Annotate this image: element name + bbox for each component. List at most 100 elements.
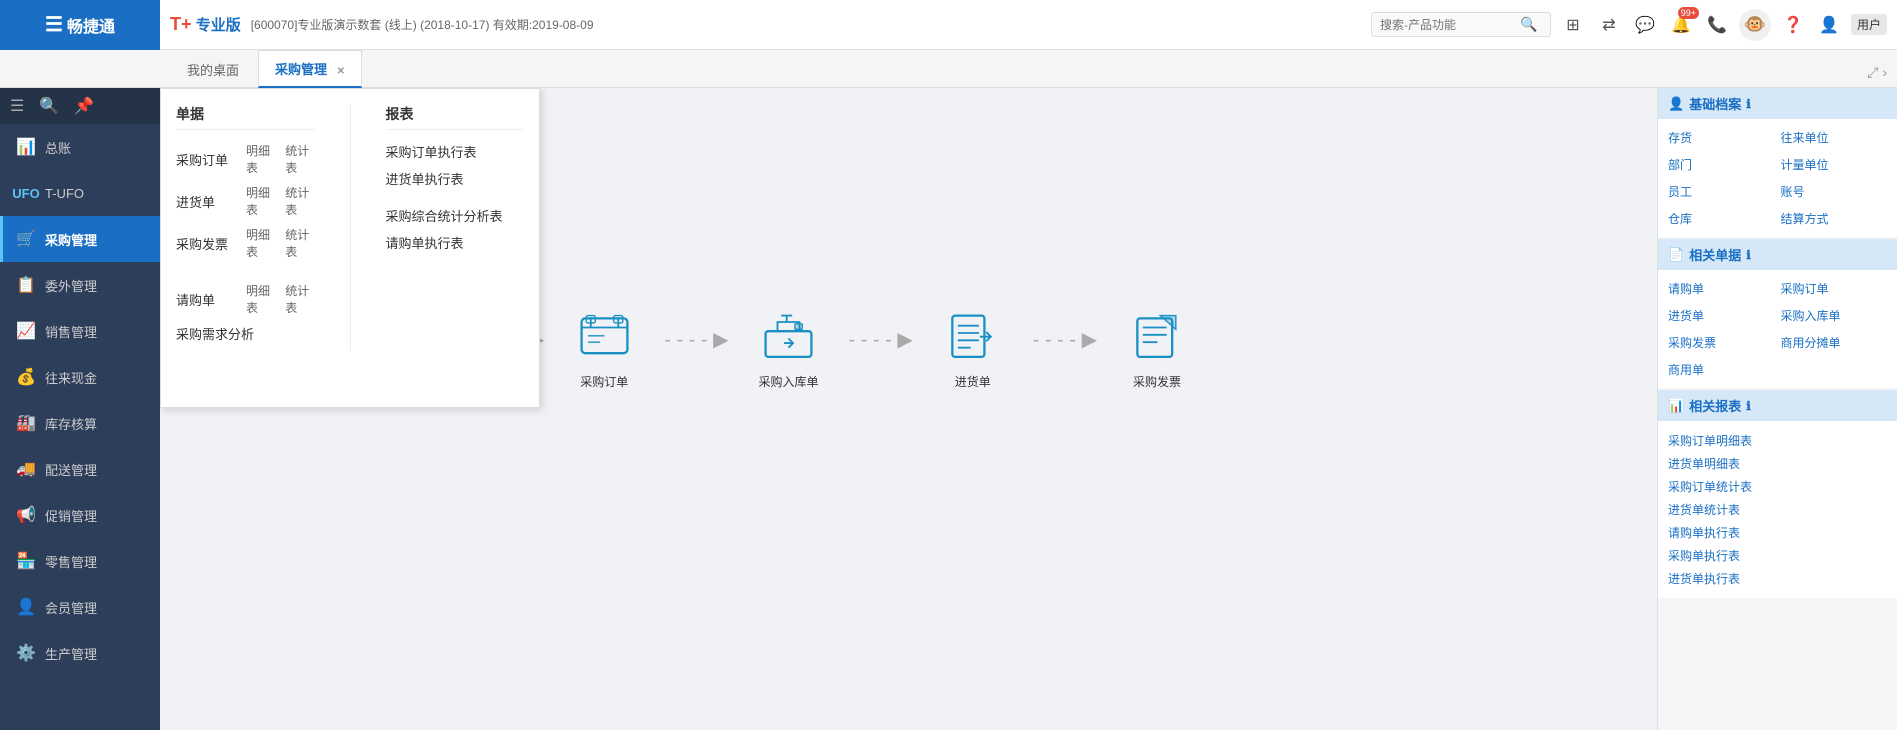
right-section-basic-header: 👤 基础档案 ℹ xyxy=(1658,88,1897,119)
bell-icon[interactable]: 🔔 99+ xyxy=(1667,11,1695,39)
sidebar-item-kucun[interactable]: 🏭 库存核算 xyxy=(0,400,160,446)
sidebar-label-lingshuo: 零售管理 xyxy=(45,552,97,571)
basic-archive-icon: 👤 xyxy=(1668,96,1684,112)
dropdown-row-qinggoudan: 请购单 明细表 统计表 xyxy=(176,282,315,316)
dropdown-caigoudindan-execute[interactable]: 采购订单执行表 xyxy=(386,142,525,161)
dropdown-qinggoudan-mingxi[interactable]: 明细表 xyxy=(246,282,275,316)
bill-item-shangyongfentan[interactable]: 商用分摊单 xyxy=(1781,332,1888,353)
product-meta: [600070]专业版演示数套 (线上) (2018-10-17) 有效期:20… xyxy=(251,16,594,33)
sidebar-search-icon[interactable]: 🔍 xyxy=(39,96,59,116)
sidebar-label-caigou: 采购管理 xyxy=(45,230,97,249)
dropdown-caigou-comprehensive[interactable]: 采购综合统计分析表 xyxy=(386,206,525,225)
dropdown-columns: 单据 采购订单 明细表 统计表 进货单 明细表 统计表 采购发票 明细表 xyxy=(176,104,524,351)
right-section-related-bill: 📄 相关单据 ℹ 请购单 采购订单 进货单 采购入库单 采购发票 商用分摊单 商… xyxy=(1658,239,1897,388)
tab-bar: 我的桌面 采购管理 ✕ ⤢ › xyxy=(0,50,1897,88)
chat-icon[interactable]: 💬 xyxy=(1631,11,1659,39)
product-info: T+ 专业版 [600070]专业版演示数套 (线上) (2018-10-17)… xyxy=(170,14,1371,35)
dropdown-caigouneed[interactable]: 采购需求分析 xyxy=(176,324,254,343)
search-box[interactable]: 🔍 xyxy=(1371,12,1551,37)
menu-toggle-icon[interactable]: ☰ xyxy=(10,96,24,116)
tab-purchase[interactable]: 采购管理 ✕ xyxy=(258,50,362,88)
sidebar-item-caigou[interactable]: 🛒 采购管理 xyxy=(0,216,160,262)
sidebar-item-cuxiao[interactable]: 📢 促销管理 xyxy=(0,492,160,538)
sidebar-item-peisong[interactable]: 🚚 配送管理 xyxy=(0,446,160,492)
report-item-4[interactable]: 请购单执行表 xyxy=(1668,521,1887,544)
dropdown-jinhuodan[interactable]: 进货单 xyxy=(176,192,236,211)
layout-icon[interactable]: ⇄ xyxy=(1595,11,1623,39)
tab-expand-icon[interactable]: ⤢ › xyxy=(1867,64,1887,81)
dropdown-caigoufahuo-mingxi[interactable]: 明细表 xyxy=(246,226,275,260)
dropdown-jinhuodan-tongji[interactable]: 统计表 xyxy=(285,184,314,218)
report-item-5[interactable]: 采购单执行表 xyxy=(1668,544,1887,567)
bill-item-shangyongdan[interactable]: 商用单 xyxy=(1668,359,1775,380)
basic-info-icon[interactable]: ℹ xyxy=(1746,97,1751,111)
related-report-title: 相关报表 xyxy=(1689,396,1741,415)
sidebar-item-lingshuo[interactable]: 🏪 零售管理 xyxy=(0,538,160,584)
dropdown-caigoudindan-tongji[interactable]: 统计表 xyxy=(285,142,314,176)
basic-item-yuangong[interactable]: 员工 xyxy=(1668,181,1775,202)
bill-item-caigoudindan[interactable]: 采购订单 xyxy=(1781,278,1888,299)
search-icon[interactable]: 🔍 xyxy=(1520,16,1537,33)
sidebar-pin-icon[interactable]: 📌 xyxy=(74,96,94,116)
user-icon[interactable]: 👤 xyxy=(1815,11,1843,39)
flow-caigoudindan[interactable]: 采购订单 xyxy=(544,308,664,390)
bill-item-jinhuodan[interactable]: 进货单 xyxy=(1668,305,1775,326)
report-item-6[interactable]: 进货单执行表 xyxy=(1668,567,1887,590)
related-bill-title: 相关单据 xyxy=(1689,245,1741,264)
bill-item-caigoufahuo[interactable]: 采购发票 xyxy=(1668,332,1775,353)
sidebar-item-zongzhang[interactable]: 📊 总账 xyxy=(0,124,160,170)
sidebar-item-ufo[interactable]: UFO T-UFO xyxy=(0,170,160,216)
grid-icon[interactable]: ⊞ xyxy=(1559,11,1587,39)
sidebar-item-xiaoshou[interactable]: 📈 销售管理 xyxy=(0,308,160,354)
dropdown-caigoudindan[interactable]: 采购订单 xyxy=(176,150,236,169)
dropdown-qinggoudan-tongji[interactable]: 统计表 xyxy=(285,282,314,316)
basic-item-cunhuo[interactable]: 存货 xyxy=(1668,127,1775,148)
dropdown-caigoufahuo[interactable]: 采购发票 xyxy=(176,234,236,253)
basic-item-jiesuanfangshi[interactable]: 结算方式 xyxy=(1781,208,1888,229)
related-report-icon: 📊 xyxy=(1668,398,1684,414)
logo[interactable]: ☰ 畅捷通 xyxy=(0,0,160,50)
bill-item-qinggoudan[interactable]: 请购单 xyxy=(1668,278,1775,299)
bill-item-caigouruku[interactable]: 采购入库单 xyxy=(1781,305,1888,326)
sidebar-item-weiwai[interactable]: 📋 委外管理 xyxy=(0,262,160,308)
report-item-2[interactable]: 采购订单统计表 xyxy=(1668,475,1887,498)
dropdown-qinggoudan-execute[interactable]: 请购单执行表 xyxy=(386,233,525,252)
flow-caigouruku[interactable]: 采购入库单 xyxy=(729,308,849,390)
dropdown-jinhuodan-mingxi[interactable]: 明细表 xyxy=(246,184,275,218)
report-item-1[interactable]: 进货单明细表 xyxy=(1668,452,1887,475)
user-name-label[interactable]: 用户 xyxy=(1851,14,1887,35)
report-item-3[interactable]: 进货单统计表 xyxy=(1668,498,1887,521)
header: ☰ 畅捷通 T+ 专业版 [600070]专业版演示数套 (线上) (2018-… xyxy=(0,0,1897,50)
report-info-icon[interactable]: ℹ xyxy=(1746,399,1751,413)
phone-icon[interactable]: 📞 xyxy=(1703,11,1731,39)
flow-caigoufahuo[interactable]: 采购发票 xyxy=(1097,308,1217,390)
sidebar-item-wanglai[interactable]: 💰 往来现金 xyxy=(0,354,160,400)
basic-item-zhanghao[interactable]: 账号 xyxy=(1781,181,1888,202)
sidebar-item-shengchan[interactable]: ⚙️ 生产管理 xyxy=(0,630,160,676)
basic-item-wanglaidanwei[interactable]: 往来单位 xyxy=(1781,127,1888,148)
sidebar-label-cuxiao: 促销管理 xyxy=(45,506,97,525)
dropdown-jinhuodan-execute[interactable]: 进货单执行表 xyxy=(386,169,525,188)
sidebar-label-kucun: 库存核算 xyxy=(45,414,97,433)
report-item-0[interactable]: 采购订单明细表 xyxy=(1668,429,1887,452)
dropdown-caigoufahuo-tongji[interactable]: 统计表 xyxy=(285,226,314,260)
sidebar-item-huiyuan[interactable]: 👤 会员管理 xyxy=(0,584,160,630)
basic-item-bumen[interactable]: 部门 xyxy=(1668,154,1775,175)
dropdown-qinggoudan[interactable]: 请购单 xyxy=(176,290,236,309)
tab-close-icon[interactable]: ✕ xyxy=(337,66,345,77)
flow-caigouruku-icon xyxy=(759,308,819,368)
sidebar-label-huiyuan: 会员管理 xyxy=(45,598,97,617)
basic-item-jiliangdanwei[interactable]: 计量单位 xyxy=(1781,154,1888,175)
flow-jinhuodan[interactable]: 进货单 xyxy=(913,308,1033,390)
tab-my-desk[interactable]: 我的桌面 xyxy=(170,51,256,87)
notification-badge: 99+ xyxy=(1678,7,1699,19)
basic-items-grid: 存货 往来单位 部门 计量单位 员工 账号 仓库 结算方式 xyxy=(1668,127,1887,229)
help-icon[interactable]: ❓ xyxy=(1779,11,1807,39)
sidebar-label-peisong: 配送管理 xyxy=(45,460,97,479)
bill-items-grid: 请购单 采购订单 进货单 采购入库单 采购发票 商用分摊单 商用单 xyxy=(1668,278,1887,380)
search-input[interactable] xyxy=(1380,18,1520,32)
basic-item-cangku[interactable]: 仓库 xyxy=(1668,208,1775,229)
dropdown-caigoudindan-mingxi[interactable]: 明细表 xyxy=(246,142,275,176)
avatar-monkey[interactable]: 🐵 xyxy=(1739,9,1771,41)
bill-info-icon[interactable]: ℹ xyxy=(1746,248,1751,262)
